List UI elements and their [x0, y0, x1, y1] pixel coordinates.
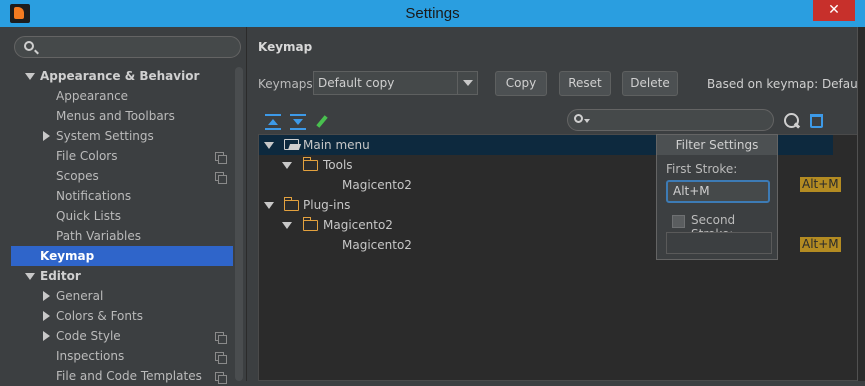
keymaps-label: Keymaps: — [258, 77, 317, 91]
sidebar-item-menus-toolbars[interactable]: Menus and Toolbars — [56, 106, 175, 126]
search-icon — [574, 114, 583, 123]
find-by-shortcut-icon[interactable] — [784, 113, 799, 128]
project-copy-icon — [215, 172, 227, 184]
sidebar-item-label: Menus and Toolbars — [56, 109, 175, 123]
folder-icon — [303, 217, 318, 231]
sidebar-item-label: Scopes — [56, 169, 99, 183]
sidebar-item-code-style[interactable]: Code Style — [43, 326, 121, 346]
tree-row-label: Magicento2 — [323, 218, 393, 232]
sidebar-item-appearance[interactable]: Appearance — [56, 86, 128, 106]
chevron-right-icon — [43, 291, 50, 301]
chevron-down-icon — [25, 273, 35, 280]
reset-button[interactable]: Reset — [559, 71, 611, 96]
settings-sidebar: Appearance & Behavior Appearance Menus a… — [0, 27, 247, 384]
sidebar-item-file-code-templates[interactable]: File and Code Templates — [56, 366, 202, 386]
sidebar-item-editor[interactable]: Editor — [25, 266, 81, 286]
keymap-select[interactable]: Default copy — [313, 71, 478, 95]
sidebar-item-label: Editor — [40, 269, 81, 283]
second-stroke-checkbox[interactable] — [672, 215, 685, 228]
sidebar-item-label: System Settings — [56, 129, 154, 143]
copy-button[interactable]: Copy — [495, 71, 547, 96]
window-edge — [857, 27, 865, 381]
delete-button[interactable]: Delete — [622, 71, 678, 96]
sidebar-item-keymap[interactable]: Keymap — [11, 246, 233, 266]
project-copy-icon — [215, 372, 227, 384]
tree-row-label: Main menu — [303, 138, 370, 152]
folder-icon — [284, 197, 299, 211]
sidebar-item-inspections[interactable]: Inspections — [56, 346, 124, 366]
chevron-right-icon — [43, 311, 50, 321]
sidebar-item-file-colors[interactable]: File Colors — [56, 146, 117, 166]
chevron-down-icon[interactable] — [264, 142, 274, 149]
sidebar-item-label: Keymap — [40, 249, 95, 263]
sidebar-scrollbar[interactable] — [235, 67, 243, 381]
keymap-filter-input[interactable] — [567, 109, 774, 131]
project-copy-icon — [215, 332, 227, 344]
popup-title: Filter Settings — [657, 135, 777, 155]
tree-row-label: Tools — [323, 158, 353, 172]
chevron-down-icon[interactable] — [264, 202, 274, 209]
chevron-down-icon[interactable] — [282, 222, 292, 229]
settings-search-input[interactable] — [14, 36, 241, 58]
shortcut-badge: Alt+M — [800, 237, 841, 252]
sidebar-item-label: Colors & Fonts — [56, 309, 143, 323]
first-stroke-input[interactable]: Alt+M — [666, 180, 770, 203]
shortcut-badge: Alt+M — [800, 177, 841, 192]
sidebar-item-path-variables[interactable]: Path Variables — [56, 226, 141, 246]
tree-row-label: Magicento2 — [342, 238, 412, 252]
project-copy-icon — [215, 152, 227, 164]
chevron-down-icon[interactable] — [282, 162, 292, 169]
sidebar-item-label: Inspections — [56, 349, 125, 363]
chevron-down-icon — [25, 73, 35, 80]
keymap-panel: Keymap Keymaps: Default copy Copy Reset … — [248, 27, 865, 381]
sidebar-item-label: Quick Lists — [56, 209, 121, 223]
sidebar-item-label: File Colors — [56, 149, 118, 163]
sidebar-item-appearance-behavior[interactable]: Appearance & Behavior — [25, 66, 230, 86]
filter-settings-popup: Filter Settings First Stroke: Alt+M Seco… — [656, 134, 778, 260]
keymap-select-value: Default copy — [318, 76, 395, 90]
first-stroke-label: First Stroke: — [666, 162, 738, 176]
window-title: Settings — [405, 5, 460, 22]
sidebar-item-label: Appearance — [56, 89, 129, 103]
tree-row-label: Plug-ins — [303, 198, 351, 212]
sidebar-item-colors-fonts[interactable]: Colors & Fonts — [43, 306, 143, 326]
page-title: Keymap — [258, 40, 313, 54]
chevron-right-icon — [43, 131, 50, 141]
based-on-keymap-label: Based on keymap: Default — [707, 77, 865, 91]
collapse-all-icon[interactable] — [290, 114, 306, 130]
sidebar-item-system-settings[interactable]: System Settings — [43, 126, 154, 146]
sidebar-item-scopes[interactable]: Scopes — [56, 166, 99, 186]
search-icon — [24, 41, 34, 51]
clear-filter-trash-icon[interactable] — [810, 114, 823, 128]
sidebar-item-label: General — [56, 289, 104, 303]
project-copy-icon — [215, 352, 227, 364]
second-stroke-input[interactable] — [666, 232, 772, 254]
sidebar-item-label: Appearance & Behavior — [40, 69, 200, 83]
title-bar: Settings ✕ — [0, 0, 865, 27]
menu-folder-icon — [284, 139, 299, 150]
sidebar-item-label: Notifications — [56, 189, 132, 203]
tree-row-label: Magicento2 — [342, 178, 412, 192]
edit-shortcut-icon[interactable] — [314, 114, 330, 130]
expand-all-icon[interactable] — [265, 114, 281, 130]
close-button[interactable]: ✕ — [813, 0, 855, 21]
sidebar-item-label: Code Style — [56, 329, 121, 343]
sidebar-item-general[interactable]: General — [43, 286, 104, 306]
sidebar-item-label: Path Variables — [56, 229, 142, 243]
chevron-down-icon[interactable] — [457, 72, 477, 94]
chevron-right-icon — [43, 331, 50, 341]
sidebar-item-notifications[interactable]: Notifications — [56, 186, 131, 206]
search-options-chevron-icon — [584, 119, 590, 123]
sidebar-item-quick-lists[interactable]: Quick Lists — [56, 206, 121, 226]
folder-icon — [303, 157, 318, 171]
